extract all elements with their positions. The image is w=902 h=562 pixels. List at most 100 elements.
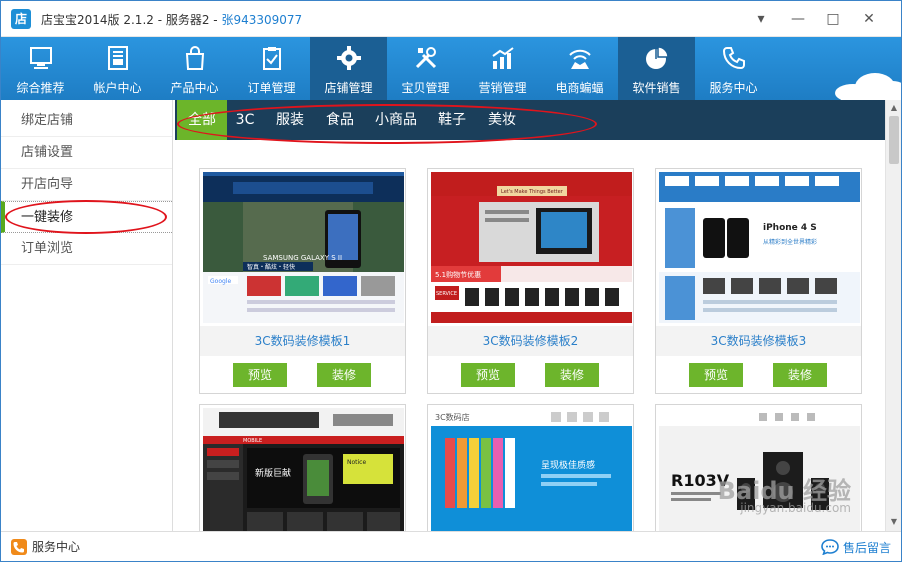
tab-all[interactable]: 全部 [177,100,227,140]
template-preview-image: SAMSUNG GALAXY S II 智真・酷炫・轻快 Google [203,172,404,323]
service-center-label: 服务中心 [32,540,81,554]
tab-food[interactable]: 食品 [321,100,359,140]
decorate-button[interactable]: 装修 [545,363,599,387]
gear-icon [336,46,361,70]
chart-icon [491,47,514,69]
preview-button[interactable]: 预览 [461,363,515,387]
thumb-title-text: 呈现极佳质感 [541,459,595,471]
status-bar: 服务中心 售后留言 [1,531,901,561]
vertical-scrollbar[interactable]: ▲ ▼ [885,100,901,531]
watermark-url: jingyan.baidu.com [740,501,851,515]
sidebar-item-bind-shop[interactable]: 绑定店铺 [1,105,172,137]
template-thumbnail[interactable]: Let's Make Things Better 5.1购物节优惠 SERVIC… [431,172,632,323]
nav-item-software-sales[interactable]: 软件销售 [618,37,695,100]
title-bar: 店 店宝宝2014版 2.1.2 - 服务器2 - 张943309077 ▾ —… [1,1,901,37]
sidebar-item-shop-wizard[interactable]: 开店向导 [1,169,172,201]
sidebar-item-shop-settings[interactable]: 店铺设置 [1,137,172,169]
wifi-bat-icon [568,49,591,69]
thumb-tagline-text: 智真・酷炫・轻快 [247,263,295,271]
tab-clothing[interactable]: 服装 [271,100,309,140]
nav-label: 宝贝管理 [401,81,450,95]
top-nav: 综合推荐 帐户中心 产品中心 订单管理 店铺管理 宝贝管理 营销管理 电商蝙蝠 … [1,37,901,100]
preview-button[interactable]: 预览 [689,363,743,387]
nav-label: 服务中心 [709,81,758,95]
tab-small-goods[interactable]: 小商品 [371,100,421,140]
template-card: Let's Make Things Better 5.1购物节优惠 SERVIC… [427,168,634,394]
thumb-notice-text: Notice [347,459,366,466]
pie-chart-icon [645,46,669,69]
thumb-title-text: 新版巨献 [255,467,291,479]
service-center-link[interactable]: 服务中心 [11,539,80,555]
nav-label: 订单管理 [247,81,296,95]
tab-3c[interactable]: 3C [229,100,261,140]
cloud-decoration-icon [835,73,901,100]
template-thumbnail[interactable]: 3C数码店 呈现极佳质感 [431,408,632,531]
template-preview-image: 3C数码店 呈现极佳质感 [431,408,632,531]
sidebar: 绑定店铺 店铺设置 开店向导 一键装修 订单浏览 [1,100,173,531]
category-tabs: 全部 3C 服装 食品 小商品 鞋子 美妆 [175,100,885,140]
chat-bubble-icon [821,539,839,556]
template-preview-image: iPhone 4 S 从精彩到全世界精彩 [659,172,860,323]
thumb-menu-text: MOBILE [243,438,262,444]
thumb-badge-text: 5.1购物节优惠 [435,270,481,279]
decorate-button[interactable]: 装修 [773,363,827,387]
template-card: SAMSUNG GALAXY S II 智真・酷炫・轻快 Google 3C数码… [199,168,406,394]
maximize-button[interactable]: □ [823,10,843,28]
template-card: 3C数码店 呈现极佳质感 [427,404,634,531]
template-preview-image: Let's Make Things Better 5.1购物节优惠 SERVIC… [431,172,632,323]
menu-dropdown-button[interactable]: ▾ [751,10,771,28]
account-card-icon [107,46,128,70]
sidebar-item-one-click-decorate[interactable]: 一键装修 [1,201,172,233]
nav-label: 综合推荐 [16,81,65,95]
nav-label: 店铺管理 [324,81,373,95]
clipboard-icon [262,47,281,70]
phone-icon [722,47,745,70]
thumb-service-text: SERVICE [436,291,457,297]
template-name: 3C数码装修模板2 [428,326,633,356]
nav-item-products[interactable]: 产品中心 [156,37,233,100]
window-title-text: 店宝宝2014版 2.1.2 - 服务器2 - [41,13,222,27]
thumb-shop-text: 3C数码店 [435,412,470,422]
thumb-logo-text: Google [210,278,231,285]
tools-icon [415,47,436,69]
scroll-down-icon[interactable]: ▼ [886,515,902,529]
nav-label: 电商蝙蝠 [555,81,604,95]
app-logo-icon: 店 [11,9,31,29]
nav-item-ecom-bat[interactable]: 电商蝙蝠 [541,37,618,100]
close-button[interactable]: ✕ [859,10,879,28]
after-sales-feedback-link[interactable]: 售后留言 [821,539,891,557]
sidebar-item-order-browse[interactable]: 订单浏览 [1,233,172,265]
nav-label: 帐户中心 [93,81,142,95]
decorate-button[interactable]: 装修 [317,363,371,387]
nav-item-shop[interactable]: 店铺管理 [310,37,387,100]
nav-label: 营销管理 [478,81,527,95]
nav-label: 软件销售 [632,81,681,95]
preview-button[interactable]: 预览 [233,363,287,387]
minimize-button[interactable]: — [788,10,808,28]
template-name: 3C数码装修模板3 [656,326,861,356]
thumb-title-text: iPhone 4 S [763,223,817,233]
tab-shoes[interactable]: 鞋子 [433,100,471,140]
shopping-bag-icon [185,46,204,70]
nav-item-service[interactable]: 服务中心 [695,37,772,100]
nav-item-orders[interactable]: 订单管理 [233,37,310,100]
template-preview-image: MOBILE 新版巨献 Notice [203,408,404,531]
template-card: MOBILE 新版巨献 Notice [199,404,406,531]
window-title-user[interactable]: 张943309077 [221,13,302,27]
phone-icon [11,539,27,555]
template-thumbnail[interactable]: SAMSUNG GALAXY S II 智真・酷炫・轻快 Google [203,172,404,323]
nav-item-goods[interactable]: 宝贝管理 [387,37,464,100]
template-card: iPhone 4 S 从精彩到全世界精彩 3C数码装修模板3 预览 装修 [655,168,862,394]
scroll-thumb[interactable] [889,116,899,164]
tab-beauty[interactable]: 美妆 [483,100,521,140]
scroll-up-icon[interactable]: ▲ [886,101,902,115]
nav-item-account[interactable]: 帐户中心 [79,37,156,100]
thumb-sub-text: 从精彩到全世界精彩 [763,238,817,246]
nav-label: 产品中心 [170,81,219,95]
template-thumbnail[interactable]: MOBILE 新版巨献 Notice [203,408,404,531]
thumb-brand-text: SAMSUNG GALAXY S II [263,254,342,262]
nav-item-marketing[interactable]: 营销管理 [464,37,541,100]
thumb-header-text: Let's Make Things Better [501,189,564,195]
nav-item-recommend[interactable]: 综合推荐 [2,37,79,100]
template-thumbnail[interactable]: iPhone 4 S 从精彩到全世界精彩 [659,172,860,323]
